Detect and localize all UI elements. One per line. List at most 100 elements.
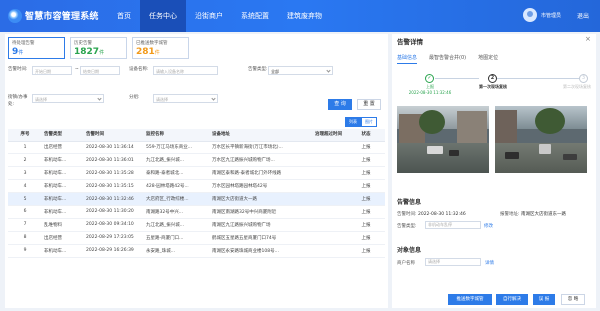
stat-pushed[interactable]: 已推送数字城管 281件: [132, 37, 189, 59]
table-row[interactable]: 9 非机动车... 2022-08-29 16:26:39 永安路_珠城... 南湖区永…: [8, 244, 385, 258]
table-cell: 非机动车...: [42, 166, 84, 181]
tab-merged-alarms[interactable]: 最智告警合并(0): [429, 54, 466, 64]
street-select[interactable]: 请选择: [32, 94, 104, 103]
table-row[interactable]: 5 非机动车... 2022-08-30 11:32:46 大店府区_行政综楼... 南…: [8, 192, 385, 206]
table-cell: [313, 231, 347, 245]
table-cell: 万水区园林塔路园林塔42号: [210, 179, 313, 194]
table-row[interactable]: 8 出店经营 2022-08-29 17:23:05 五星路-商厦门口... 鹤城区五星…: [8, 231, 385, 245]
table-cell: 上报: [347, 205, 385, 219]
stat-label: 待处理告警: [12, 41, 35, 46]
table-cell: 2022-08-30 11:32:46: [84, 192, 144, 206]
table-cell: 万水区九江路振兴城购物广场...: [210, 153, 313, 168]
query-button[interactable]: 查 询: [328, 99, 352, 110]
push-city-management-button[interactable]: 推送数字城管: [448, 294, 492, 305]
table-cell: 9: [8, 244, 42, 258]
table-row[interactable]: 2 非机动车... 2022-08-30 11:36:01 九江北路_振兴城... 万水…: [8, 153, 385, 168]
step-connector: [435, 78, 479, 79]
image-view-button[interactable]: 图片: [361, 117, 377, 127]
alarm-type-select[interactable]: 全部: [268, 66, 333, 75]
merchant-select[interactable]: 请选择: [425, 258, 481, 266]
stat-pending[interactable]: 待处理告警 9件: [8, 37, 65, 59]
alarm-photo[interactable]: [495, 106, 587, 173]
table-cell: [313, 141, 347, 155]
table-cell: 万水区长平镇新海街(万江市场北)...: [210, 141, 313, 155]
alarm-type-value: 全部: [271, 69, 279, 74]
chevron-down-icon: [97, 96, 102, 101]
table-cell: 南湖区大店街道大一路: [210, 192, 313, 206]
column-header: 治理超过时间: [313, 129, 347, 142]
table-body: 1 出店经营 2022-08-30 11:36:14 559-万江马场东商业... 万水…: [8, 141, 385, 258]
ignore-button[interactable]: 忽 略: [561, 294, 585, 305]
table-cell: 559-万江马场东商业...: [144, 141, 210, 155]
nav-construction-waste[interactable]: 建筑废弃物: [278, 0, 331, 32]
user-avatar-icon[interactable]: [523, 8, 537, 22]
stat-history[interactable]: 历史告警 1827件: [70, 37, 127, 59]
self-resolve-button[interactable]: 自行解决: [496, 294, 528, 305]
table-cell: 南湖路32号中兴...: [144, 205, 210, 219]
range-separator: ~: [75, 67, 79, 72]
table-footer: [8, 266, 385, 306]
table-cell: [313, 166, 347, 181]
nav-task-center[interactable]: 任务中心: [140, 0, 186, 32]
table-cell: 南湖区泰和路-泰者城北门外环线路: [210, 166, 313, 181]
device-name-label: 设备名称:: [129, 67, 149, 72]
table-cell: 7: [8, 218, 42, 232]
step-3-label: 第二次现场复核: [563, 84, 591, 89]
step-1-time: 2022-08-30 11:32:46: [408, 90, 452, 95]
tab-map-location[interactable]: 地图定位: [478, 54, 498, 64]
alarm-type-select[interactable]: 非机动车乱停: [425, 221, 481, 229]
table-cell: 2022-08-30 11:35:15: [84, 179, 144, 194]
table-row[interactable]: 3 非机动车... 2022-08-30 11:35:28 泰和路-泰者城北... 南湖…: [8, 166, 385, 181]
group-select[interactable]: 请选择: [153, 94, 218, 103]
stat-label: 已推送数字城管: [136, 41, 168, 46]
nav-home[interactable]: 首页: [108, 0, 140, 32]
table-header-row: 序号 告警类型 告警时间 监控名称 设备地址 治理超过时间 状态: [8, 129, 385, 142]
reset-button[interactable]: 重 置: [357, 99, 381, 110]
logout-link[interactable]: 退出: [577, 11, 589, 20]
table-cell: 上报: [347, 153, 385, 168]
table-cell: 上报: [347, 192, 385, 206]
table-row[interactable]: 7 乱堆物料 2022-08-30 09:34:10 九江北路_振兴城... 南湖区九江…: [8, 218, 385, 232]
table-cell: 8: [8, 231, 42, 245]
merchant-detail-link[interactable]: 详情: [485, 260, 494, 266]
alarm-info-title: 告警信息: [397, 199, 422, 206]
nav-system-config[interactable]: 系统配置: [232, 0, 278, 32]
table-cell: 五星路-商厦门口...: [144, 231, 210, 245]
table-row[interactable]: 4 非机动车... 2022-08-30 11:35:15 428-园林塔路42号..…: [8, 179, 385, 194]
table-cell: 2022-08-30 11:30:20: [84, 205, 144, 219]
stat-unit: 件: [154, 50, 160, 56]
table-cell: 南湖区九江路振兴城购物广场: [210, 218, 313, 232]
device-name-input[interactable]: 请输入设备名称: [153, 66, 218, 75]
end-date-input[interactable]: 结束日期: [80, 66, 120, 75]
table-cell: 非机动车...: [42, 244, 84, 258]
username[interactable]: 市管理员: [541, 12, 561, 19]
nav-street-merchants[interactable]: 沿街商户: [186, 0, 232, 32]
table-cell: 南湖区南湖路32号中兴商厦附近: [210, 205, 313, 219]
tab-basic-info[interactable]: 基础信息: [397, 54, 418, 64]
stat-label: 历史告警: [74, 41, 92, 46]
alarm-photo[interactable]: [397, 106, 489, 173]
table-cell: 2022-08-29 16:26:39: [84, 244, 144, 258]
step-connector: [497, 78, 579, 79]
table-row[interactable]: 6 非机动车... 2022-08-30 11:30:20 南湖路32号中兴... 南湖…: [8, 205, 385, 219]
table-cell: 非机动车...: [42, 205, 84, 219]
table-cell: 上报: [347, 166, 385, 181]
table-row[interactable]: 1 出店经营 2022-08-30 11:36:14 559-万江马场东商业... 万水…: [8, 141, 385, 155]
table-cell: 2022-08-30 11:35:28: [84, 166, 144, 181]
table-cell: 九江北路_振兴城...: [144, 218, 210, 232]
alarm-time-label: 告警时间:: [397, 212, 417, 217]
table-cell: 乱堆物料: [42, 218, 84, 232]
table-cell: 出店经营: [42, 231, 84, 245]
app-title: 智慧市容管理系统: [25, 12, 99, 22]
table-cell: 上报: [347, 141, 385, 155]
false-alarm-button[interactable]: 误 报: [533, 294, 555, 305]
object-info-title: 对象信息: [397, 247, 422, 254]
stat-value: 1827: [74, 47, 100, 57]
start-date-input[interactable]: 开始日期: [32, 66, 72, 75]
table-cell: 6: [8, 205, 42, 219]
list-view-button[interactable]: 列表: [345, 117, 361, 127]
close-icon[interactable]: ×: [585, 35, 591, 43]
modify-link[interactable]: 修改: [484, 223, 493, 229]
table-cell: 4: [8, 179, 42, 194]
table-cell: 非机动车...: [42, 153, 84, 168]
